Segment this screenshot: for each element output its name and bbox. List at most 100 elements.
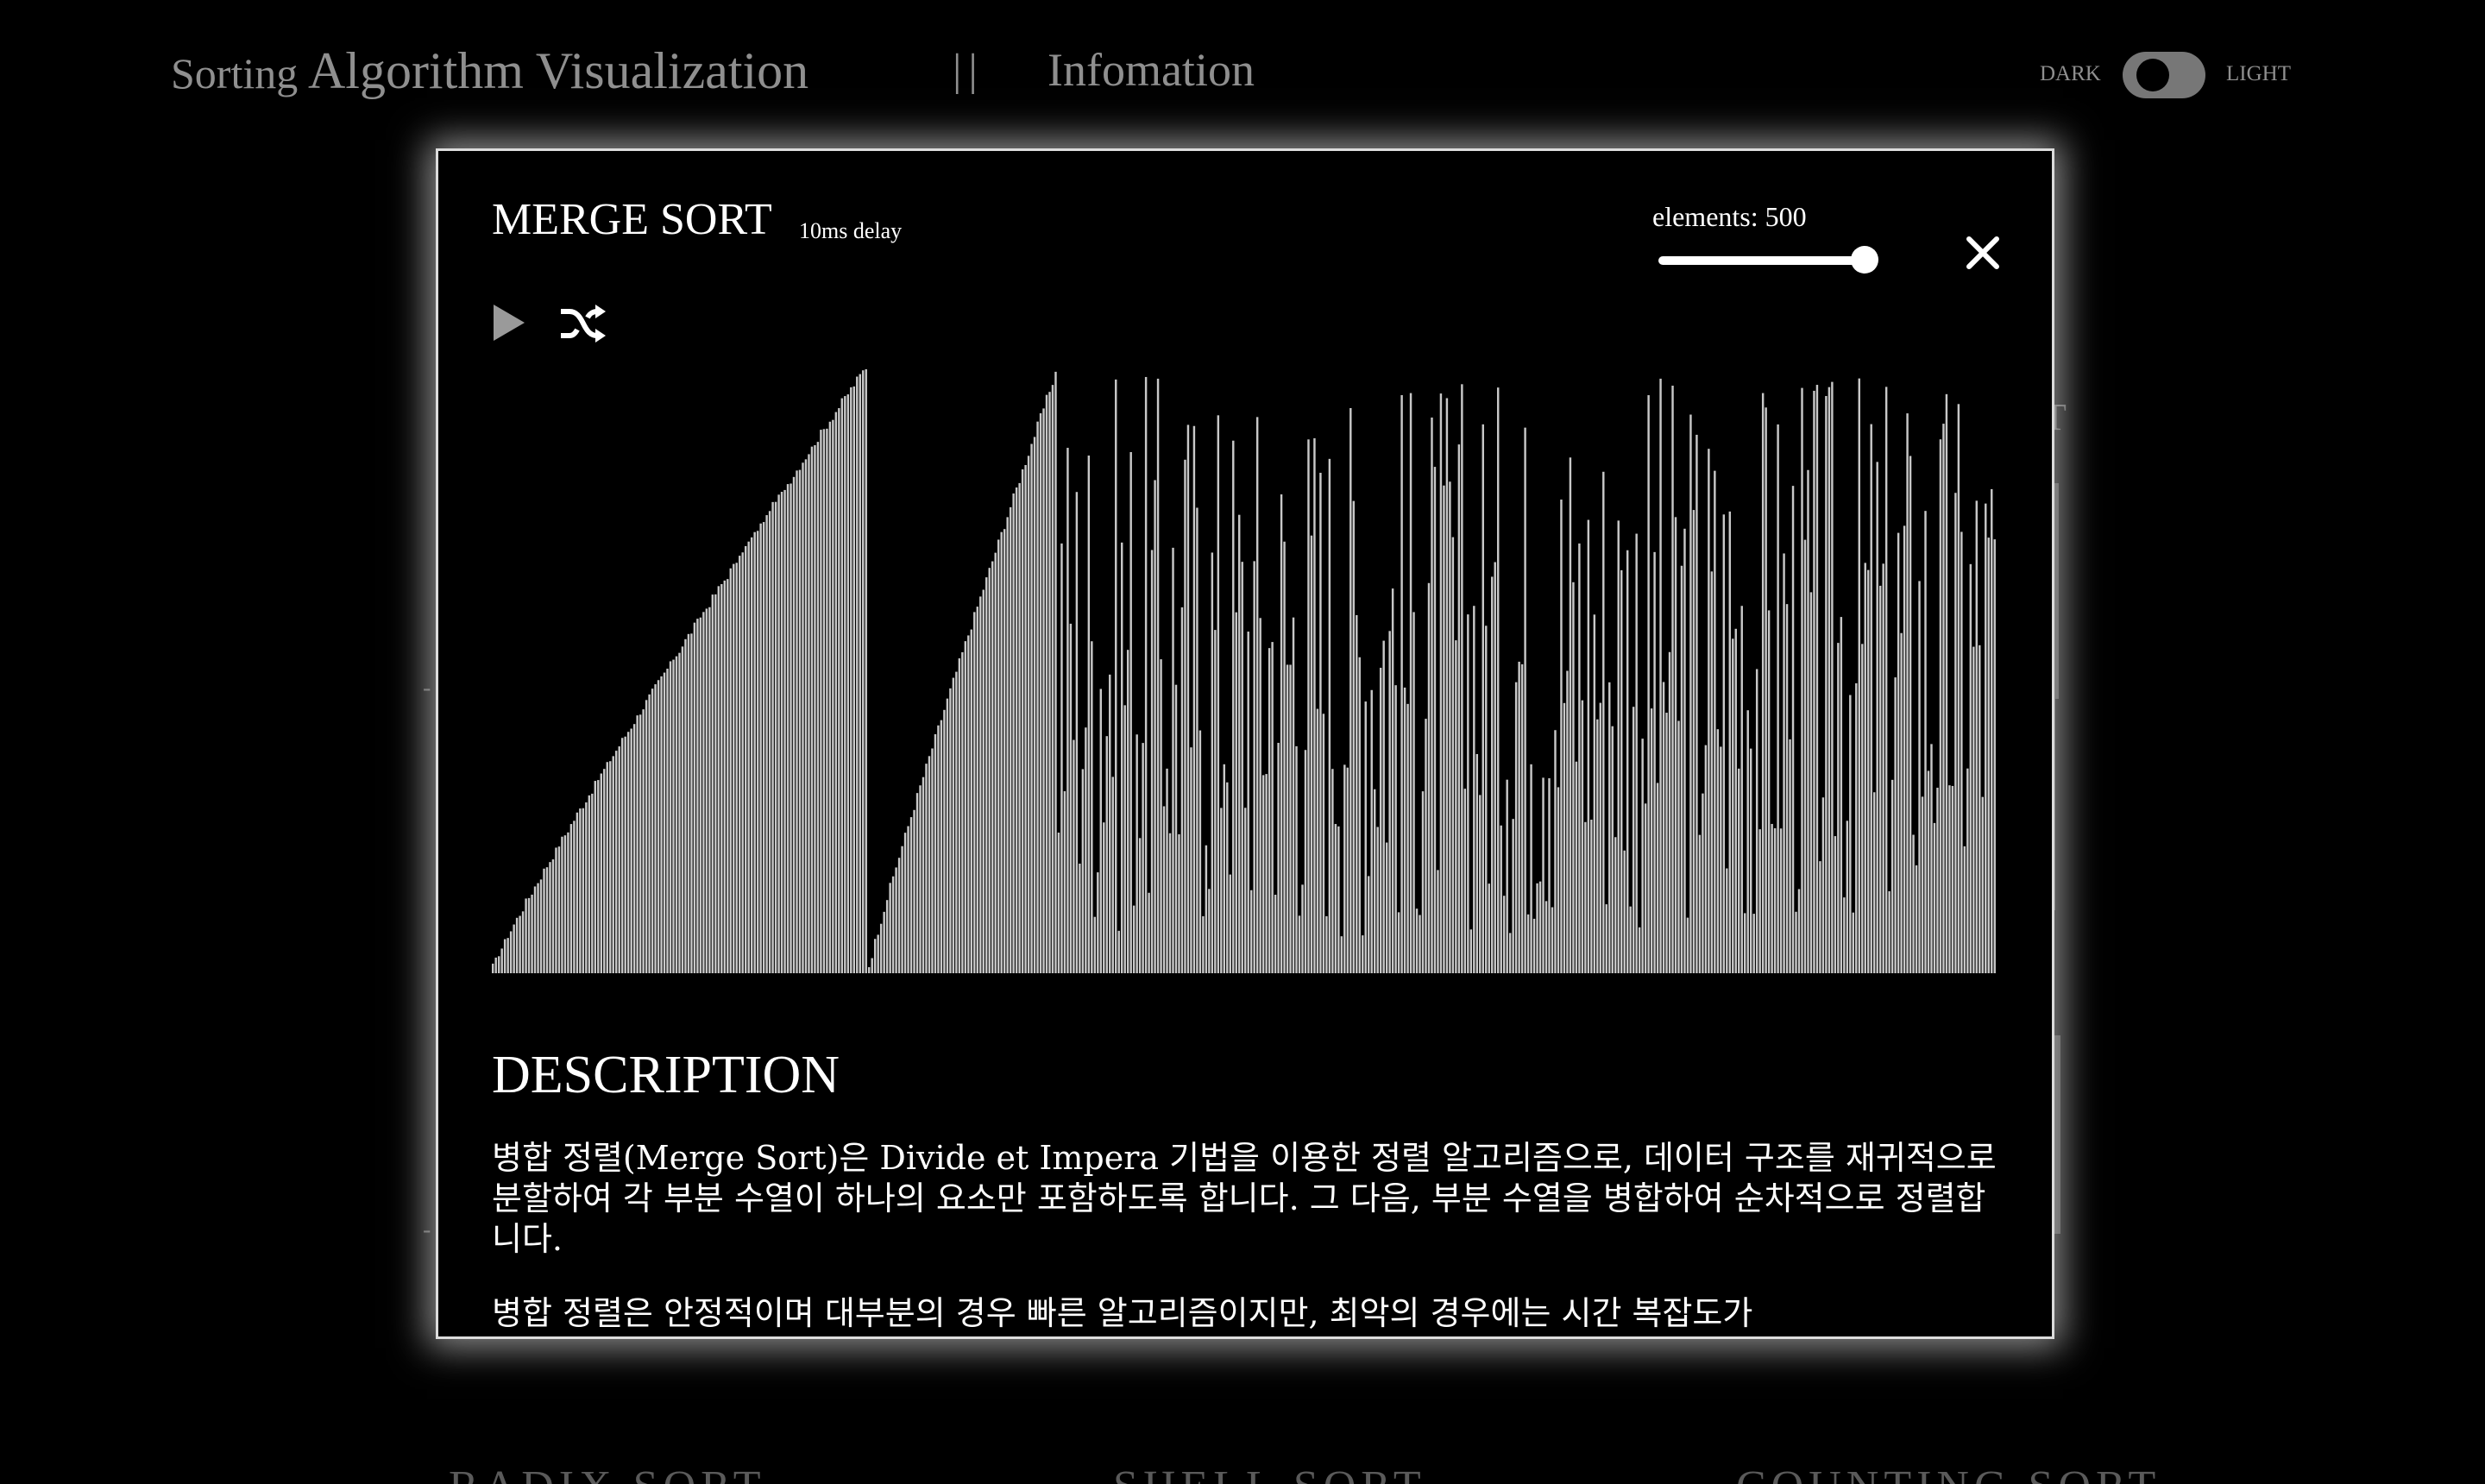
background-card-shell[interactable]: SHELL SORT	[1113, 1462, 1426, 1484]
sort-bar	[1991, 488, 1993, 973]
sort-bar	[620, 738, 624, 973]
sort-bar	[1349, 407, 1352, 973]
sort-bar	[885, 900, 889, 973]
sort-bar	[1614, 837, 1617, 973]
sort-bar	[576, 812, 579, 973]
play-button[interactable]	[490, 303, 528, 343]
sort-bar	[931, 748, 934, 973]
sort-bar	[563, 835, 567, 973]
sort-bar	[1253, 561, 1255, 973]
sort-bar	[1325, 915, 1328, 973]
sort-bar	[1749, 748, 1752, 973]
sort-bar	[852, 386, 855, 973]
sort-bar	[1412, 612, 1415, 973]
sort-bar	[1190, 747, 1192, 973]
sort-bar	[1714, 470, 1716, 973]
sort-bar	[913, 809, 915, 973]
sort-bar	[1097, 872, 1099, 973]
sort-bar	[1698, 834, 1702, 973]
sort-bar	[828, 421, 832, 973]
sort-bar	[1358, 657, 1361, 973]
sort-bar	[1081, 769, 1085, 973]
sort-bar	[1150, 550, 1154, 973]
sort-bar	[612, 756, 614, 973]
sort-bar	[1903, 525, 1906, 973]
sort-bar	[1611, 726, 1614, 973]
sort-bar	[1136, 734, 1138, 973]
sort-bar	[1469, 929, 1473, 973]
app-root: Sorting Algorithm Visualization || Infom…	[0, 0, 2485, 1484]
close-button[interactable]	[1964, 234, 2002, 272]
sort-bar	[1779, 828, 1783, 973]
sort-bar	[1394, 685, 1397, 973]
sort-bar	[816, 442, 820, 973]
sort-bar	[840, 398, 844, 973]
sort-bar	[729, 568, 732, 973]
sort-bar	[868, 966, 871, 973]
sort-bar	[1066, 448, 1069, 973]
sort-bar	[1939, 439, 1942, 973]
sort-bar	[826, 428, 828, 973]
sort-bar	[1593, 614, 1596, 973]
background-card-radix[interactable]: RADIX SORT	[449, 1462, 765, 1484]
sort-bar	[1924, 511, 1927, 973]
sort-bar	[603, 769, 606, 973]
sort-bar	[1815, 385, 1819, 973]
sort-bar	[814, 444, 816, 973]
sort-bar	[681, 646, 684, 973]
sort-bar	[1514, 682, 1518, 973]
sort-bar	[1085, 727, 1087, 973]
sort-bar	[492, 963, 494, 973]
sort-bar	[820, 430, 822, 973]
sort-bar	[1791, 486, 1795, 973]
sort-bar	[759, 523, 762, 973]
sort-bar	[1388, 631, 1391, 973]
information-link[interactable]: Infomation	[1047, 43, 1255, 97]
sort-bar	[1783, 553, 1785, 973]
sort-bar	[675, 656, 678, 973]
sort-bar	[792, 476, 796, 973]
sort-bar	[1840, 617, 1843, 973]
sort-bar	[1091, 641, 1093, 973]
sort-bar	[973, 612, 976, 973]
sort-bar	[783, 489, 786, 973]
sort-bar	[1042, 408, 1045, 973]
sort-bar	[1202, 915, 1205, 973]
shuffle-icon	[561, 305, 606, 343]
sort-bar	[1457, 444, 1461, 973]
sort-bar	[1686, 917, 1689, 973]
sort-bar	[1966, 768, 1969, 973]
sort-bar	[790, 483, 792, 973]
sort-bar	[1409, 393, 1412, 973]
sort-bar	[937, 725, 940, 973]
sort-bar	[1036, 421, 1039, 973]
sort-bar	[657, 680, 660, 973]
sort-bar	[1752, 914, 1755, 973]
sort-bar	[859, 374, 861, 973]
sort-bar	[1831, 381, 1834, 973]
sort-bar	[915, 793, 919, 973]
sort-bar	[1635, 533, 1638, 973]
sort-bar	[1307, 439, 1310, 973]
sort-bar	[1605, 904, 1607, 973]
sort-bar	[1746, 710, 1749, 973]
sort-bar	[1268, 648, 1271, 973]
sort-bar	[985, 577, 988, 973]
sort-bar	[1620, 569, 1623, 973]
sort-bar	[1437, 870, 1439, 973]
theme-toggle[interactable]	[2123, 52, 2205, 98]
background-card-counting[interactable]: COUNTING SORT	[1736, 1462, 2161, 1484]
sort-bar	[940, 720, 943, 973]
elements-slider[interactable]	[1658, 256, 1872, 265]
sort-bar	[1825, 395, 1828, 973]
sort-bar	[1795, 911, 1797, 973]
app-title: Sorting Algorithm Visualization	[171, 41, 808, 101]
shuffle-button[interactable]	[559, 303, 606, 344]
sort-bar	[1653, 551, 1656, 973]
sort-bar	[1738, 768, 1740, 973]
elements-slider-thumb[interactable]	[1851, 246, 1878, 274]
sort-bar	[1888, 890, 1890, 973]
sort-bar	[1809, 592, 1813, 973]
sort-bar	[648, 694, 651, 973]
sort-bar	[672, 659, 675, 973]
